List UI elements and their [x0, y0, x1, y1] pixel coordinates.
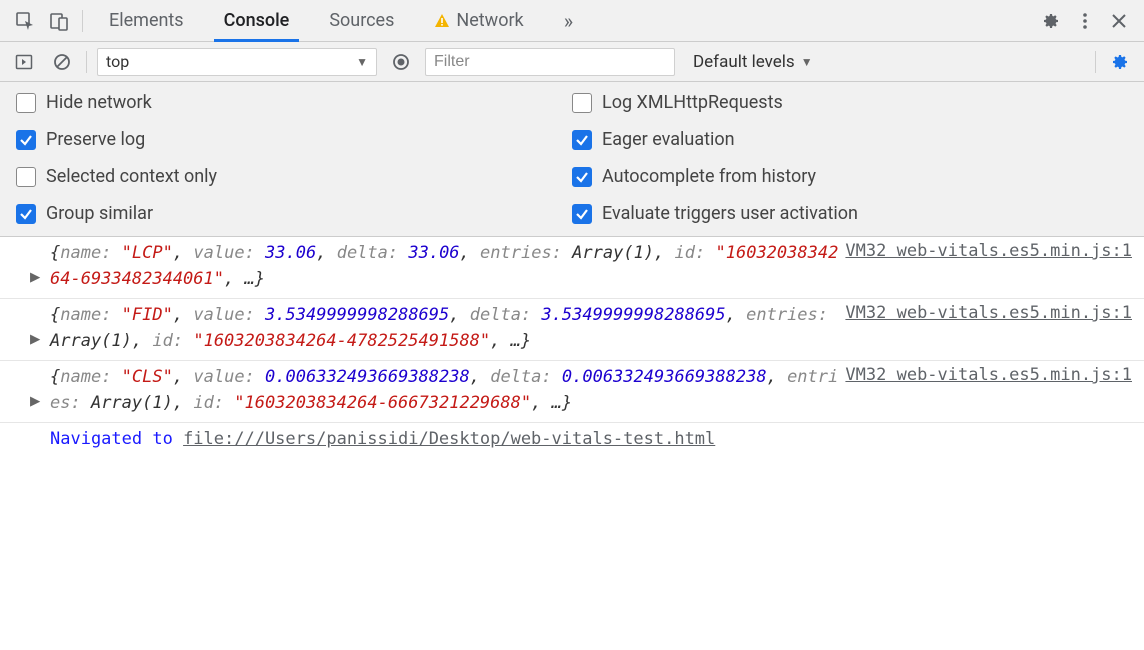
devtools-tab-bar: Elements Console Sources Network »: [0, 0, 1144, 42]
tab-elements[interactable]: Elements: [89, 0, 204, 42]
eager-eval-checkbox[interactable]: Eager evaluation: [572, 129, 1128, 150]
divider: [86, 51, 87, 73]
console-log-area: VM32 web-vitals.es5.min.js:1 ▶ {name: "L…: [0, 237, 1144, 455]
live-expression-icon[interactable]: [387, 48, 415, 76]
tab-network-label: Network: [456, 10, 523, 31]
clear-console-icon[interactable]: [48, 48, 76, 76]
tab-network[interactable]: Network: [414, 0, 543, 42]
expand-arrow-icon[interactable]: ▶: [30, 267, 40, 287]
tab-console[interactable]: Console: [204, 0, 310, 42]
tabs: Elements Console Sources Network »: [89, 0, 593, 42]
source-link[interactable]: VM32 web-vitals.es5.min.js:1: [845, 303, 1132, 323]
selected-context-checkbox[interactable]: Selected context only: [16, 166, 572, 187]
preserve-log-checkbox[interactable]: Preserve log: [16, 129, 572, 150]
autocomplete-checkbox[interactable]: Autocomplete from history: [572, 166, 1128, 187]
label: Evaluate triggers user activation: [602, 203, 858, 224]
label: Log XMLHttpRequests: [602, 92, 783, 113]
tab-sources[interactable]: Sources: [309, 0, 414, 42]
console-settings-gear-icon[interactable]: [1106, 48, 1134, 76]
log-levels-select[interactable]: Default levels ▼: [685, 52, 813, 72]
log-entry: VM32 web-vitals.es5.min.js:1 ▶ {name: "F…: [0, 299, 1144, 361]
sidebar-toggle-icon[interactable]: [10, 48, 38, 76]
inspect-element-icon[interactable]: [8, 4, 42, 38]
navigation-message: Navigated to file:///Users/panissidi/Des…: [0, 423, 1144, 455]
filter-input[interactable]: [425, 48, 675, 76]
execution-context-select[interactable]: top ▼: [97, 48, 377, 76]
nav-url[interactable]: file:///Users/panissidi/Desktop/web-vita…: [183, 429, 715, 449]
close-icon[interactable]: [1102, 4, 1136, 38]
divider: [82, 10, 83, 32]
log-entry: VM32 web-vitals.es5.min.js:1 ▶ {name: "C…: [0, 361, 1144, 423]
source-link[interactable]: VM32 web-vitals.es5.min.js:1: [845, 241, 1132, 261]
log-xhr-checkbox[interactable]: Log XMLHttpRequests: [572, 92, 1128, 113]
kebab-menu-icon[interactable]: [1068, 4, 1102, 38]
console-settings-panel: Hide network Log XMLHttpRequests Preserv…: [0, 82, 1144, 237]
expand-arrow-icon[interactable]: ▶: [30, 329, 40, 349]
label: Selected context only: [46, 166, 217, 187]
chevron-down-icon: ▼: [801, 55, 813, 69]
group-similar-checkbox[interactable]: Group similar: [16, 203, 572, 224]
label: Preserve log: [46, 129, 145, 150]
console-toolbar: top ▼ Default levels ▼: [0, 42, 1144, 82]
label: Group similar: [46, 203, 153, 224]
eval-triggers-checkbox[interactable]: Evaluate triggers user activation: [572, 203, 1128, 224]
settings-gear-icon[interactable]: [1034, 4, 1068, 38]
hide-network-checkbox[interactable]: Hide network: [16, 92, 572, 113]
context-value: top: [106, 52, 129, 71]
tabs-overflow[interactable]: »: [544, 0, 593, 42]
chevron-down-icon: ▼: [356, 55, 368, 69]
nav-label: Navigated to: [50, 429, 183, 449]
device-toggle-icon[interactable]: [42, 4, 76, 38]
label: Autocomplete from history: [602, 166, 816, 187]
log-entry: VM32 web-vitals.es5.min.js:1 ▶ {name: "L…: [0, 237, 1144, 299]
label: Eager evaluation: [602, 129, 735, 150]
source-link[interactable]: VM32 web-vitals.es5.min.js:1: [845, 365, 1132, 385]
label: Hide network: [46, 92, 152, 113]
divider: [1095, 51, 1096, 73]
warning-icon: [434, 13, 450, 29]
expand-arrow-icon[interactable]: ▶: [30, 391, 40, 411]
levels-label: Default levels: [693, 52, 795, 72]
